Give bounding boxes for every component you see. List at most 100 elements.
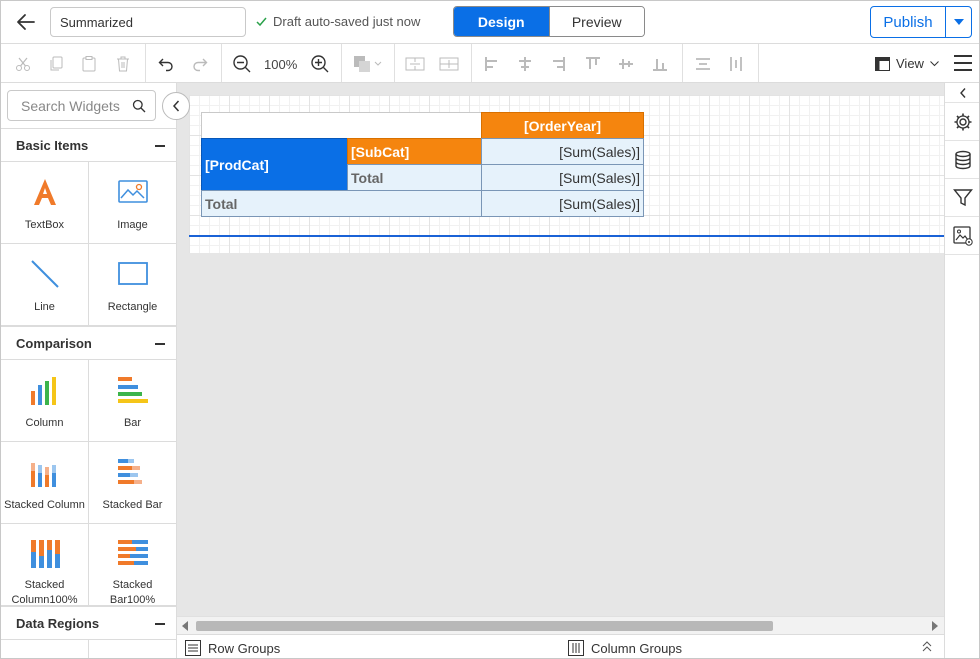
publish-button[interactable]: Publish <box>871 7 945 37</box>
widget-label: TextBox <box>24 219 65 231</box>
widget-textbox[interactable]: TextBox <box>1 162 89 244</box>
zoom-level: 100% <box>264 57 298 72</box>
search-input[interactable] <box>21 97 129 114</box>
column-group-header[interactable]: [OrderYear] <box>481 112 644 139</box>
fill-color-icon[interactable] <box>352 53 384 75</box>
row-groups-button[interactable]: Row Groups <box>185 640 280 656</box>
widget-column[interactable]: Column <box>1 360 89 442</box>
chevron-down-icon <box>930 60 939 66</box>
textbox-icon <box>30 176 60 208</box>
scroll-right-icon[interactable] <box>932 621 938 631</box>
widget-stacked-bar100[interactable]: Stacked Bar100% <box>89 524 176 606</box>
widget-bar[interactable]: Bar <box>89 360 176 442</box>
row-groups-label: Row Groups <box>208 640 281 656</box>
toolbar-divider <box>341 44 342 82</box>
split-cells-icon[interactable] <box>438 53 460 75</box>
collapse-icon[interactable] <box>155 343 165 345</box>
back-arrow-icon[interactable] <box>13 9 39 35</box>
section-basic-items[interactable]: Basic Items <box>1 128 176 162</box>
align-right-icon[interactable] <box>547 53 569 75</box>
report-name-input[interactable] <box>50 7 246 37</box>
data-cell[interactable]: [Sum(Sales)] <box>481 138 644 165</box>
section-title: Basic Items <box>16 137 89 153</box>
widget-rectangle[interactable]: Rectangle <box>89 244 176 326</box>
tab-preview[interactable]: Preview <box>548 7 644 36</box>
merge-cells-icon[interactable] <box>404 53 426 75</box>
tab-design[interactable]: Design <box>454 7 549 36</box>
align-center-icon[interactable] <box>514 53 536 75</box>
widget-stacked-column[interactable]: Stacked Column <box>1 442 89 524</box>
image-settings-icon[interactable] <box>945 217 979 255</box>
chevron-left-icon[interactable] <box>945 83 979 103</box>
widget-data-region[interactable] <box>89 640 176 658</box>
widget-data-region[interactable] <box>1 640 89 658</box>
delete-icon[interactable] <box>112 53 134 75</box>
widget-stacked-bar[interactable]: Stacked Bar <box>89 442 176 524</box>
scrollbar-thumb[interactable] <box>196 621 773 631</box>
data-icon[interactable] <box>945 141 979 179</box>
stacked-column100-icon <box>29 538 61 568</box>
layout-icon <box>875 56 890 71</box>
toolbar: 100% View <box>1 44 979 83</box>
filter-icon[interactable] <box>945 179 979 217</box>
column-groups-icon <box>568 640 584 656</box>
header: Draft auto-saved just now Design Preview… <box>1 1 979 44</box>
scroll-left-icon[interactable] <box>182 621 188 631</box>
widget-label: Stacked Column <box>4 499 85 511</box>
collapse-icon[interactable] <box>155 145 165 147</box>
image-icon <box>117 176 148 208</box>
save-status: Draft auto-saved just now <box>255 14 420 29</box>
horizontal-scrollbar[interactable] <box>177 616 944 634</box>
column-groups-button[interactable]: Column Groups <box>568 640 682 656</box>
zoom-in-icon[interactable] <box>309 53 331 75</box>
paste-icon[interactable] <box>78 53 100 75</box>
distribute-horizontal-icon[interactable] <box>692 53 714 75</box>
line-icon <box>30 258 60 290</box>
design-canvas[interactable]: [OrderYear] [ProdCat] [SubCat] [Sum(Sale… <box>177 83 944 616</box>
toolbar-divider <box>758 44 759 82</box>
data-cell[interactable]: [Sum(Sales)] <box>481 164 644 191</box>
widget-search <box>7 90 156 121</box>
align-bottom-icon[interactable] <box>649 53 671 75</box>
redo-icon[interactable] <box>189 53 211 75</box>
hamburger-menu-icon[interactable] <box>952 53 974 73</box>
stacked-bar100-icon <box>117 538 149 568</box>
widget-line[interactable]: Line <box>1 244 89 326</box>
collapse-panel-button[interactable] <box>162 92 190 120</box>
toolbar-divider <box>471 44 472 82</box>
section-comparison[interactable]: Comparison <box>1 326 176 360</box>
tablix-corner-cell[interactable] <box>201 112 482 139</box>
expand-up-icon[interactable] <box>922 641 932 656</box>
align-top-icon[interactable] <box>582 53 604 75</box>
widget-image[interactable]: Image <box>89 162 176 244</box>
row-group-header[interactable]: [ProdCat] <box>201 138 348 191</box>
mode-switch: Design Preview <box>453 6 645 37</box>
distribute-vertical-icon[interactable] <box>725 53 747 75</box>
search-icon[interactable] <box>132 99 146 113</box>
copy-icon[interactable] <box>45 53 67 75</box>
section-data-regions[interactable]: Data Regions <box>1 606 176 640</box>
section-title: Data Regions <box>16 615 100 631</box>
toolbar-divider <box>682 44 683 82</box>
align-left-icon[interactable] <box>481 53 503 75</box>
rectangle-icon <box>117 258 148 290</box>
row-subgroup-header[interactable]: [SubCat] <box>347 138 482 165</box>
cut-icon[interactable] <box>12 53 34 75</box>
view-dropdown[interactable]: View <box>875 56 939 71</box>
widget-label: Stacked Column100% <box>11 579 78 606</box>
publish-dropdown-caret-icon[interactable] <box>945 7 971 37</box>
collapse-icon[interactable] <box>155 623 165 625</box>
column-chart-icon <box>29 374 61 406</box>
settings-icon[interactable] <box>945 103 979 141</box>
align-middle-icon[interactable] <box>615 53 637 75</box>
widget-label: Line <box>34 301 55 313</box>
row-groups-icon <box>185 640 201 656</box>
widget-stacked-column100[interactable]: Stacked Column100% <box>1 524 89 606</box>
data-cell[interactable]: [Sum(Sales)] <box>481 190 644 217</box>
undo-icon[interactable] <box>155 53 177 75</box>
zoom-out-icon[interactable] <box>231 53 253 75</box>
report-designer: Draft auto-saved just now Design Preview… <box>0 0 980 659</box>
grand-total-cell[interactable]: Total <box>201 190 482 217</box>
subtotal-cell[interactable]: Total <box>347 164 482 191</box>
body-boundary[interactable] <box>189 235 944 237</box>
